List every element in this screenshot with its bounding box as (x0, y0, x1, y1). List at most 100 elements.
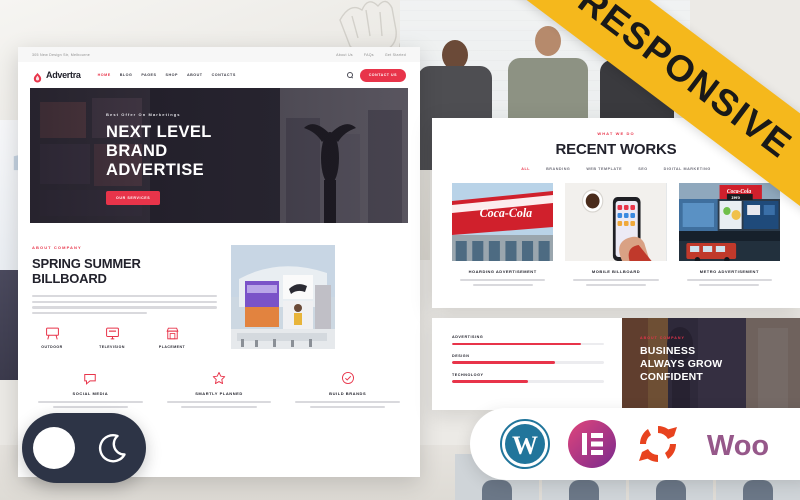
topbar-address: 305 New Design Str, Melbourne (32, 52, 90, 57)
topbar-links: About Us FAQs Get Started (336, 53, 406, 57)
business-title: BUSINESS ALWAYS GROW CONFIDENT (640, 345, 722, 383)
bottom-feature-title: SMARTLY PLANNED (195, 391, 243, 397)
nav-right-group: CONTACT US (346, 68, 406, 82)
works-grid: Coca-Cola HOARDING ADVERTISEMENT MOBILE … (432, 171, 800, 287)
topbar-link-about[interactable]: About Us (336, 53, 353, 57)
search-icon[interactable] (346, 72, 354, 79)
business-title-line-3: CONFIDENT (640, 370, 704, 383)
works-filter-digital-marketing[interactable]: DIGITAL MARKETING (664, 167, 711, 171)
sync-badge (632, 418, 684, 470)
skill-fill (452, 380, 528, 383)
about-text-column: ABOUT COMPANY SPRING SUMMER BILLBOARD OU… (32, 245, 217, 349)
bottom-feature-title: BUILD BRANDS (329, 391, 367, 397)
skill-bars: ADVERTISING DESIGN TECHNOLOGY (432, 318, 622, 410)
about-feature-placement[interactable]: PLACEMENT (152, 327, 192, 349)
hero-title-line-2: BRAND (106, 142, 168, 161)
about-feature-outdoor[interactable]: OUTDOOR (32, 327, 72, 349)
check-circle-icon (341, 371, 355, 385)
our-services-button[interactable]: OUR SERVICES (106, 191, 161, 206)
business-title-line-1: BUSINESS (640, 345, 696, 357)
contact-us-button[interactable]: CONTACT US (359, 68, 406, 82)
bottom-feature-title: SOCIAL MEDIA (72, 391, 109, 397)
work-photo-metro: Coca-Cola zero (678, 183, 780, 261)
about-title: SPRING SUMMER BILLBOARD (32, 256, 217, 286)
bottom-feature-smartly-planned[interactable]: SMARTLY PLANNED (161, 371, 278, 409)
bottom-feature-text (161, 401, 278, 409)
works-filter-branding[interactable]: BRANDING (546, 167, 570, 171)
work-card[interactable]: MOBILE BILLBOARD (565, 183, 667, 287)
moon-icon (96, 428, 136, 468)
about-feature-label: OUTDOOR (41, 345, 63, 350)
business-eyebrow: ABOUT COMPANY (640, 336, 685, 340)
hero-title-line-1: NEXT LEVEL (106, 123, 212, 141)
hero-title-line-3: ADVERTISE (106, 161, 205, 180)
skill-label: ADVERTISING (452, 335, 484, 339)
hero-title: NEXT LEVEL BRAND ADVERTISE (106, 123, 212, 180)
svg-text:Woo: Woo (707, 430, 769, 462)
works-filter-all[interactable]: ALL (521, 167, 530, 171)
storefront-icon (165, 327, 180, 340)
toggle-knob[interactable] (32, 427, 75, 469)
works-filter-seo[interactable]: SEO (638, 167, 647, 171)
hero-section: Best Offer On Marketings NEXT LEVEL BRAN… (30, 88, 408, 223)
chat-icon (83, 371, 97, 385)
skills-business-mockup: ADVERTISING DESIGN TECHNOLOGY ABOUT COMP… (432, 318, 800, 410)
topbar-link-get-started[interactable]: Get Started (385, 53, 406, 57)
works-filter-web-template[interactable]: WEB TEMPLATE (586, 167, 622, 171)
about-section: ABOUT COMPANY SPRING SUMMER BILLBOARD OU… (18, 223, 420, 349)
svg-text:Coca-Cola: Coca-Cola (480, 206, 533, 221)
nav-item-contacts[interactable]: CONTACTS (212, 73, 236, 77)
work-card[interactable]: Coca-Cola zero METRO ADVERTISEMENT (678, 183, 780, 287)
svg-text:W: W (512, 431, 538, 460)
monitor-icon (105, 327, 120, 340)
flame-logo-icon (32, 70, 43, 83)
mockup-topbar: 305 New Design Str, Melbourne About Us F… (18, 47, 420, 62)
work-photo-mobile (565, 183, 667, 261)
business-panel: ABOUT COMPANY BUSINESS ALWAYS GROW CONFI… (622, 318, 800, 410)
skill-label: DESIGN (452, 353, 470, 358)
work-caption: HOARDING ADVERTISEMENT (468, 269, 537, 274)
work-text (679, 279, 780, 287)
woocommerce-badge: Woo (699, 418, 777, 470)
about-feature-label: TELEVISION (99, 345, 125, 350)
nav-item-shop[interactable]: SHOP (165, 73, 177, 77)
hero-overlay (30, 88, 408, 223)
bottom-feature-text (32, 401, 149, 409)
about-billboard-photo (231, 245, 335, 349)
skill-track (452, 361, 604, 364)
bottom-feature-text (289, 401, 406, 409)
nav-links: HOME BLOG PAGES SHOP ABOUT CONTACTS (98, 73, 236, 77)
work-card[interactable]: Coca-Cola HOARDING ADVERTISEMENT (452, 183, 554, 287)
nav-item-home[interactable]: HOME (98, 73, 111, 77)
elementor-badge (566, 418, 618, 470)
billboard-icon (45, 327, 60, 340)
brand-name: Advertra (46, 70, 81, 80)
tech-badges: W Woo (470, 408, 800, 480)
business-copy: ABOUT COMPANY BUSINESS ALWAYS GROW CONFI… (640, 336, 722, 383)
nav-item-about[interactable]: ABOUT (187, 73, 203, 77)
about-feature-label: PLACEMENT (158, 345, 186, 350)
about-eyebrow: ABOUT COMPANY (32, 245, 82, 250)
mockup-navbar: Advertra HOME BLOG PAGES SHOP ABOUT CONT… (18, 62, 420, 88)
about-feature-television[interactable]: TELEVISION (92, 327, 132, 349)
hero-copy: Best Offer On Marketings NEXT LEVEL BRAN… (106, 112, 212, 206)
work-photo-hoarding: Coca-Cola (452, 183, 554, 261)
topbar-link-faqs[interactable]: FAQs (364, 53, 374, 57)
business-title-line-2: ALWAYS GROW (640, 357, 723, 370)
bottom-feature-build-brands[interactable]: BUILD BRANDS (289, 371, 406, 409)
about-paragraph (32, 295, 217, 315)
svg-text:zero: zero (731, 195, 740, 200)
work-text (452, 279, 553, 287)
bottom-feature-social-media[interactable]: SOCIAL MEDIA (32, 371, 149, 409)
brand-logo[interactable]: Advertra (32, 70, 81, 83)
skill-technology: TECHNOLOGY (452, 373, 604, 383)
wordpress-badge: W (499, 418, 551, 470)
nav-item-blog[interactable]: BLOG (120, 73, 133, 77)
dark-mode-toggle[interactable] (22, 413, 146, 483)
bottom-features: SOCIAL MEDIA SMARTLY PLANNED BUILD BRAND… (18, 349, 420, 409)
nav-item-pages[interactable]: PAGES (141, 73, 156, 77)
about-features: OUTDOOR TELEVISION PLACEMENT (32, 327, 217, 349)
skill-design: DESIGN (452, 354, 604, 364)
skill-fill (452, 342, 582, 345)
skill-advertising: ADVERTISING (452, 335, 604, 345)
